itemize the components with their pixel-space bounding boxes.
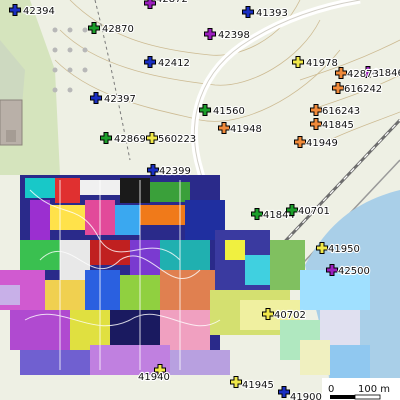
marker-label: 41900 <box>290 392 322 400</box>
marker-label: 42397 <box>104 94 136 105</box>
scale-bar: 0 100 m <box>322 378 400 400</box>
marker-label: 41945 <box>242 380 274 391</box>
marker-label: 41948 <box>230 124 262 135</box>
marker-label: 42873 <box>347 69 379 80</box>
marker-label: 41950 <box>328 244 360 255</box>
marker-label: 42412 <box>158 58 190 69</box>
marker-label: 42399 <box>159 166 191 177</box>
marker-label: 42870 <box>102 24 134 35</box>
marker-label: 41949 <box>306 138 338 149</box>
marker-label: 40702 <box>274 310 306 321</box>
marker-label: 42869 <box>114 134 146 145</box>
marker-label: 616243 <box>322 106 360 117</box>
building <box>6 130 16 142</box>
map-view[interactable]: 0 100 m 42394 42872 41393 42870 42398 42412 41… <box>0 0 400 400</box>
marker-label: 42394 <box>23 6 55 17</box>
marker-label: 41978 <box>306 58 338 69</box>
scale-zero-label: 0 <box>328 384 334 395</box>
marker-label: 41940 <box>138 372 170 383</box>
marker-label: 560223 <box>158 134 196 145</box>
scale-distance-label: 100 m <box>358 384 390 395</box>
map-canvas: 0 100 m 42394 42872 41393 42870 42398 42412 41… <box>0 0 400 400</box>
marker-label: 42398 <box>218 30 250 41</box>
marker-label: 42500 <box>338 266 370 277</box>
marker-label: 41393 <box>256 8 288 19</box>
marker-label: 41845 <box>322 120 354 131</box>
marker-label: 616242 <box>344 84 382 95</box>
marker-label: 40701 <box>298 206 330 217</box>
marker-label: 42872 <box>156 0 188 5</box>
marker-label: 41560 <box>213 106 245 117</box>
